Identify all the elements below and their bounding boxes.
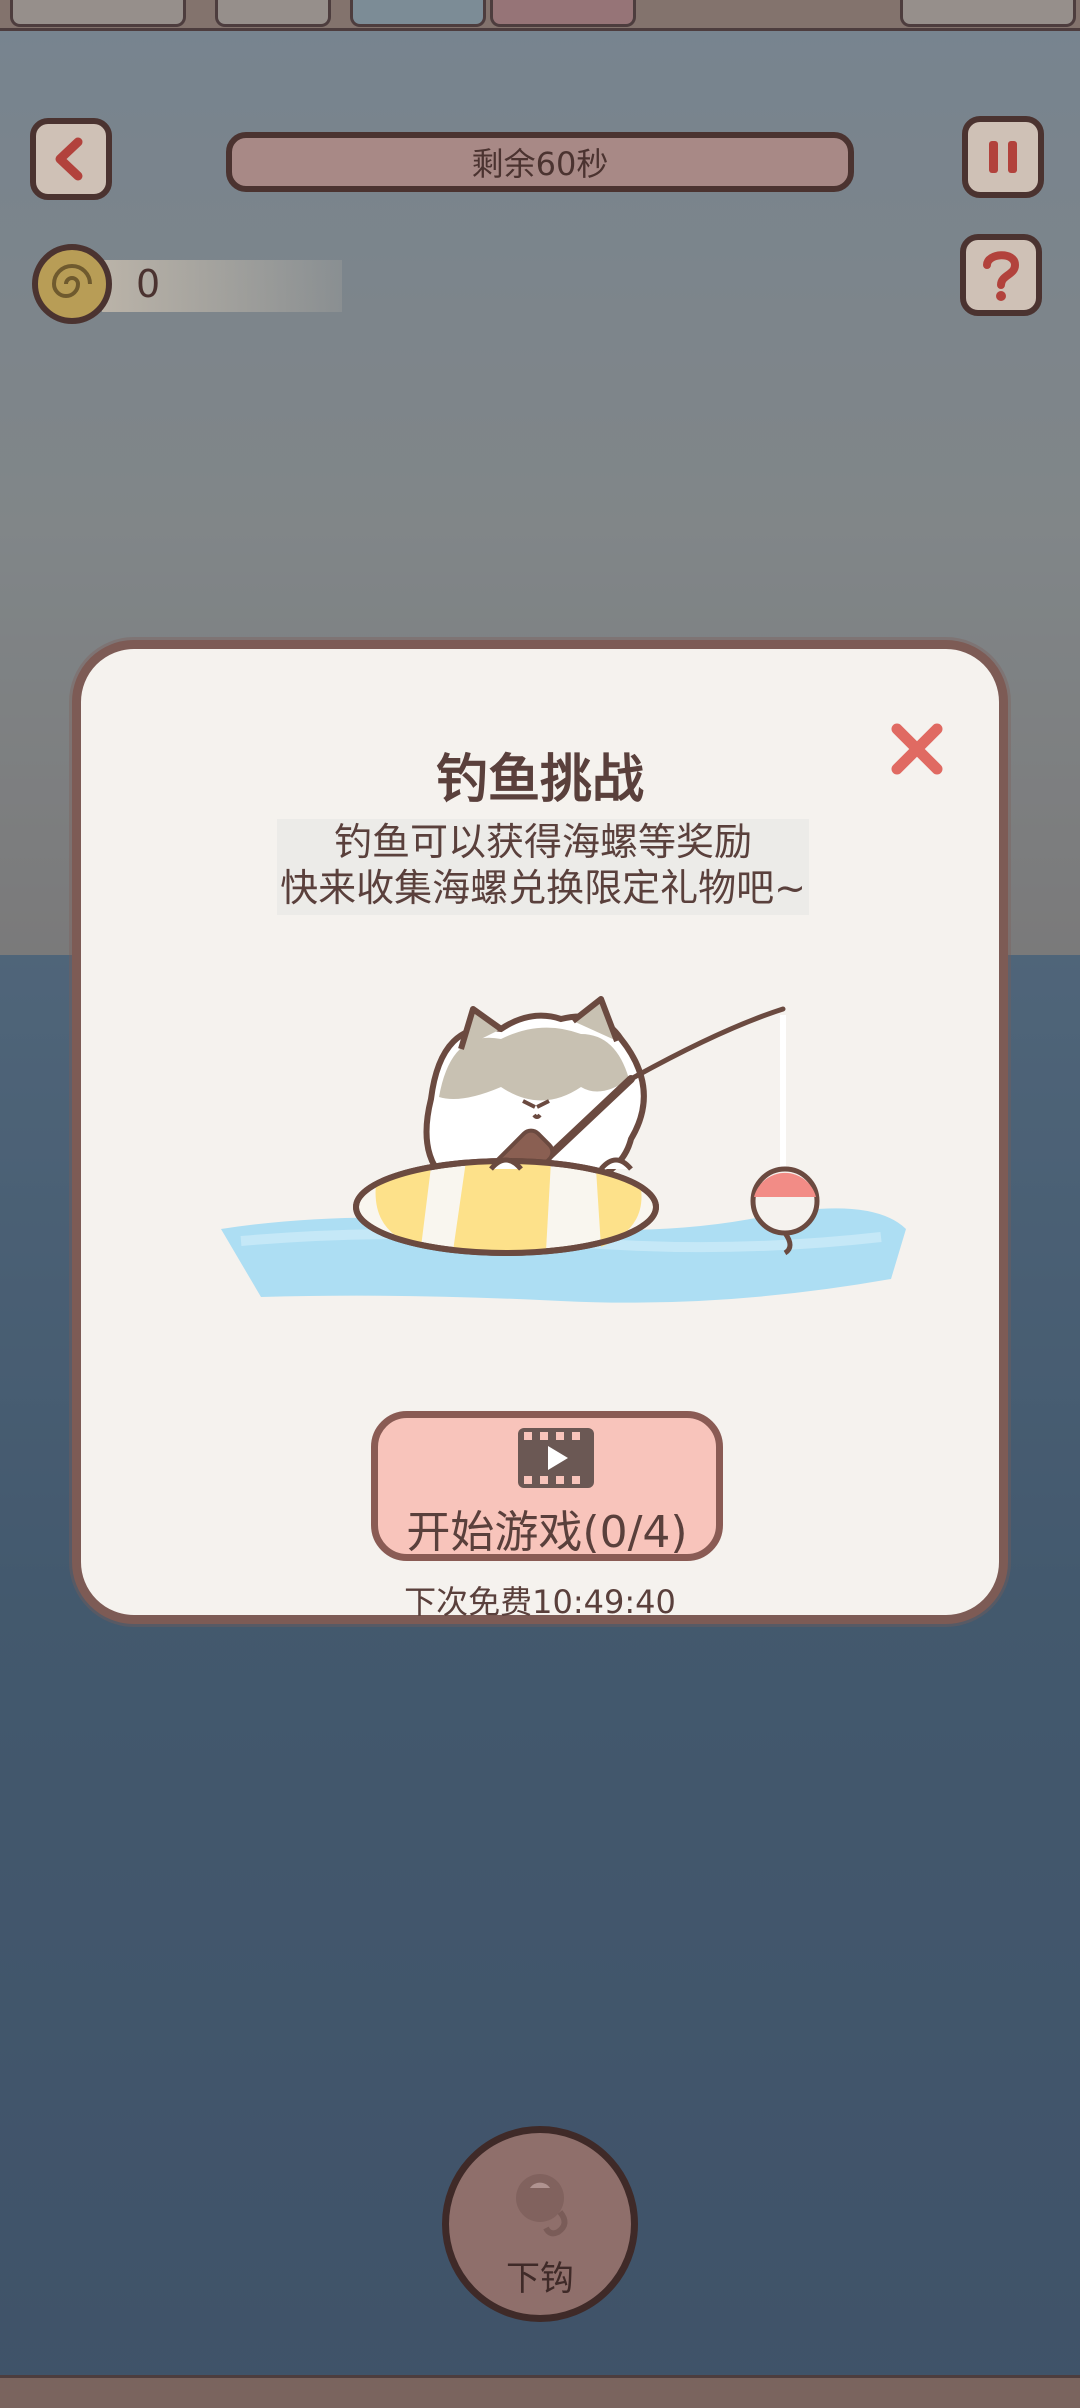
seashell-icon <box>32 244 112 324</box>
question-icon <box>983 251 1020 301</box>
fishing-challenge-dialog: 钓鱼挑战 钓鱼可以获得海螺等奖励 快来收集海螺兑换限定礼物吧~ 开始游戏(0/4… <box>72 640 1008 1624</box>
close-button[interactable] <box>887 719 947 779</box>
timer-text: 剩余60秒 <box>471 145 609 183</box>
description-line-1: 钓鱼可以获得海螺等奖励 <box>333 820 752 864</box>
shell-count: 0 <box>136 262 161 306</box>
help-button[interactable] <box>960 234 1042 316</box>
timer-bar: 剩余60秒 <box>226 132 854 192</box>
next-free-timer: 下次免费10:49:40 <box>404 1583 676 1621</box>
start-game-button[interactable]: 开始游戏(0/4) <box>371 1411 723 1561</box>
close-icon <box>891 723 943 775</box>
chevron-left-icon <box>55 137 83 181</box>
back-button[interactable] <box>30 118 112 200</box>
video-icon <box>518 1428 594 1488</box>
dialog-description: 钓鱼可以获得海螺等奖励 快来收集海螺兑换限定礼物吧~ <box>277 819 809 915</box>
fishing-cat-illustration <box>221 996 906 1303</box>
drop-hook-button[interactable]: 下钩 <box>442 2126 638 2322</box>
pause-button[interactable] <box>962 116 1044 198</box>
description-line-2: 快来收集海螺兑换限定礼物吧~ <box>280 866 806 910</box>
start-game-label: 开始游戏(0/4) <box>406 1507 688 1558</box>
pause-icon <box>989 141 1017 173</box>
drop-hook-label: 下钩 <box>506 2259 574 2299</box>
dialog-title: 钓鱼挑战 <box>435 750 644 810</box>
